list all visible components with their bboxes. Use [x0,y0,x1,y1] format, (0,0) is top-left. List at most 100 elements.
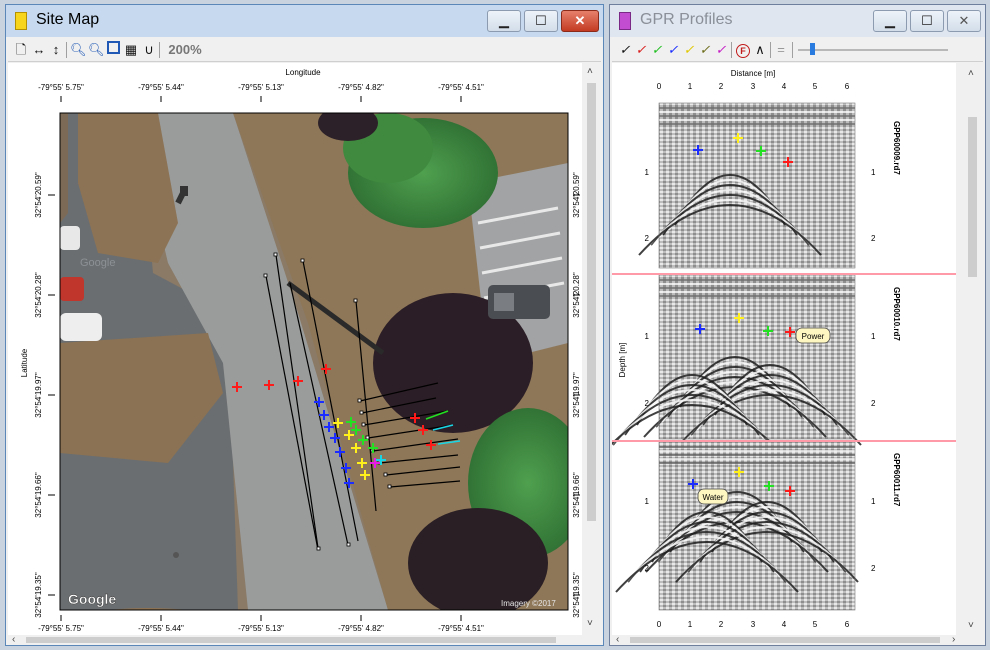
depth-axis-title: Depth [m] [618,343,627,378]
distance-tick-label: 3 [751,620,756,629]
gain-slider-handle[interactable] [810,43,815,55]
annotation-water[interactable]: Water [697,488,729,505]
maximize-icon: ☐ [921,13,933,28]
pick-yellow-icon[interactable]: ✓ [682,41,696,59]
radargram-panel[interactable] [612,274,862,456]
site-map-window: Site Map ▁ ☐ ✕ 🗋 ↔ ↕ 🔍︎ 🔍︎ ▦ ∪ 200% Long… [5,4,604,646]
close-button[interactable]: ✕ [561,10,599,32]
site-map-canvas[interactable]: Longitude Latitude -79°55' 5.75" -79°55'… [8,63,582,635]
pick-green-icon[interactable]: ✓ [650,41,664,59]
lon-tick-label: -79°55' 4.51" [438,83,484,92]
lat-tick-label: 32°54'19.35" [34,572,43,618]
pick-blue-icon[interactable]: ✓ [666,41,680,59]
lat-tick-label: 32°54'20.59" [34,172,43,218]
toolbar-separator [770,42,771,58]
radargram-band [659,283,855,285]
fit-height-icon[interactable]: ↕ [50,41,62,59]
pick-olive-icon[interactable]: ✓ [698,41,712,59]
latitude-ticks-left: 32°54'20.59" 32°54'20.28" 32°54'19.97" 3… [34,172,43,618]
pick-red-icon[interactable]: ✓ [634,41,648,59]
filter-icon[interactable]: F [735,41,751,59]
scroll-right-icon[interactable]: › [952,635,955,645]
longitude-ticks-top: -79°55' 5.75" -79°55' 5.44" -79°55' 5.13… [38,83,484,92]
profile-name: GPP60009.rd7 [892,121,901,175]
radargram-band [659,295,855,297]
radargram-background [659,103,855,268]
distance-axis-title: Distance [m] [731,69,775,78]
site-map-titlebar[interactable]: Site Map ▁ ☐ ✕ [6,5,603,37]
radargram-band [659,446,855,448]
gpr-horizontal-scrollbar[interactable]: ‹ › [612,635,964,645]
radargram-panel[interactable] [638,102,856,269]
scroll-left-icon[interactable]: ‹ [616,635,619,645]
lon-tick-label: -79°55' 5.75" [38,624,84,633]
site-map-v-thumb[interactable] [587,83,596,521]
scroll-up-icon[interactable]: ˄ [587,67,593,77]
annotation-power[interactable]: Power [795,327,831,344]
close-button[interactable]: ✕ [947,10,981,32]
profile-name: GPP60011.rd7 [892,453,901,507]
maximize-button[interactable]: ☐ [910,10,944,32]
scroll-down-icon[interactable]: ˅ [587,619,593,629]
radargram-band [659,462,855,464]
select-icon[interactable] [106,41,120,59]
site-map-vertical-scrollbar[interactable]: ˄ ˅ [583,63,600,635]
annotation-label: Power [802,332,825,341]
depth-tick-label: 1 [645,168,650,177]
minimize-button[interactable]: ▁ [487,10,521,32]
depth-tick-label: 1 [645,332,650,341]
gain-slider[interactable] [798,43,948,55]
scroll-up-icon[interactable]: ˄ [968,69,974,79]
gpr-profiles-canvas[interactable]: Distance [m] Depth [m] 0 1 2 3 4 5 6 0 1… [612,63,956,635]
gpr-titlebar[interactable]: GPR Profiles ▁ ☐ ✕ [610,5,985,37]
zoom-out-icon[interactable]: 🔍︎ [88,41,105,59]
radargram-band [659,107,855,109]
site-map-horizontal-scrollbar[interactable]: ‹ [8,635,583,645]
radargram-panel[interactable] [615,441,859,611]
profile-names: GPP60009.rd7 GPP60010.rd7 GPP60011.rd7 [892,121,901,507]
lat-tick-label: 32°54'20.28" [572,272,581,318]
lon-tick-label: -79°55' 4.82" [338,83,384,92]
maximize-button[interactable]: ☐ [524,10,558,32]
lon-tick-label: -79°55' 4.82" [338,624,384,633]
site-map-h-thumb[interactable] [26,637,556,643]
radargram-band [659,279,855,281]
hyperbola-icon[interactable]: ∧ [753,41,767,59]
radargram-band [659,450,855,452]
site-map-toolbar: 🗋 ↔ ↕ 🔍︎ 🔍︎ ▦ ∪ 200% [8,39,601,62]
distance-tick-label: 2 [719,620,724,629]
zoom-in-icon[interactable]: 🔍︎ [70,41,87,59]
equal-icon[interactable]: = [774,41,788,59]
page-icon[interactable]: 🗋 [14,41,28,59]
distance-tick-label: 6 [845,620,850,629]
longitude-axis-title: Longitude [285,68,321,77]
distance-tick-label: 4 [782,620,787,629]
lon-tick-label: -79°55' 5.13" [238,83,284,92]
depth-tick-label: 1 [871,497,876,506]
minimize-icon: ▁ [499,13,509,28]
radargram-band [659,123,855,125]
pick-black-icon[interactable]: ✓ [618,41,632,59]
gpr-app-icon [619,12,631,30]
gpr-h-thumb[interactable] [630,637,940,643]
depth-tick-label: 2 [645,399,650,408]
toolbar-separator [731,42,732,58]
depth-tick-label: 2 [645,564,650,573]
distance-tick-label: 0 [657,82,662,91]
depth-tick-label: 2 [871,234,876,243]
site-map-title: Site Map [36,11,100,28]
lat-tick-label: 32°54'19.97" [34,372,43,418]
magnet-icon[interactable]: ∪ [142,41,156,59]
map-brand-faint: Google [80,257,115,269]
scroll-left-icon[interactable]: ‹ [12,635,15,645]
gpr-vertical-scrollbar[interactable]: ˄ ˅ [964,63,981,635]
radargram-band [659,115,855,117]
latitude-ticks-right: 32°54'20.59" 32°54'20.28" 32°54'19.97" 3… [572,172,581,618]
radargram-band [659,111,855,113]
grid-icon[interactable]: ▦ [124,41,138,59]
scroll-down-icon[interactable]: ˅ [968,621,974,631]
pick-magenta-icon[interactable]: ✓ [714,41,728,59]
gpr-v-thumb[interactable] [968,117,977,277]
minimize-button[interactable]: ▁ [873,10,907,32]
fit-width-icon[interactable]: ↔ [32,41,46,59]
